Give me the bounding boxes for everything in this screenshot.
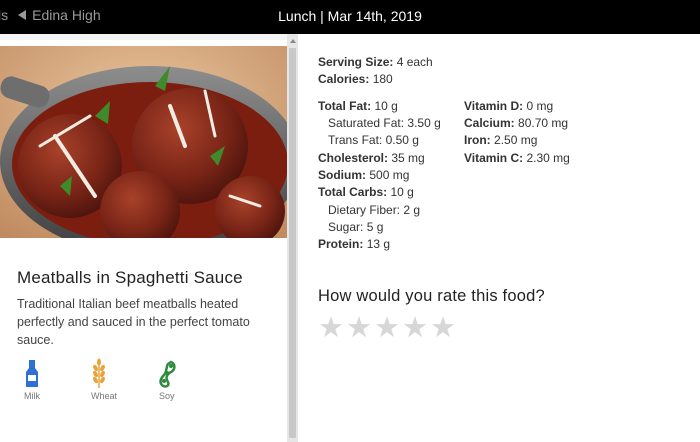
vitamin-c: Vitamin C: 2.30 mg xyxy=(464,151,570,165)
allergen-milk: Milk xyxy=(17,356,83,401)
star-3-icon[interactable]: ★ xyxy=(374,314,400,343)
meatballs-photo xyxy=(0,46,287,238)
food-card: Meatballs in Spaghetti Sauce Traditional… xyxy=(0,40,287,442)
protein: Protein: 13 g xyxy=(318,237,391,251)
scrollbar-thumb[interactable] xyxy=(289,48,296,438)
calcium: Calcium: 80.70 mg xyxy=(464,116,569,130)
menu-title: Lunch | Mar 14th, 2019 xyxy=(278,8,422,24)
scroll-up-arrow-icon[interactable] xyxy=(290,39,296,43)
food-description: Traditional Italian beef meatballs heate… xyxy=(17,297,250,347)
allergen-list: Milk Wheat Soy xyxy=(17,356,215,401)
star-4-icon[interactable]: ★ xyxy=(402,314,428,343)
allergen-label: Milk xyxy=(24,391,40,401)
iron: Iron: 2.50 mg xyxy=(464,133,538,147)
sugar: Sugar: 5 g xyxy=(328,220,384,234)
star-5-icon[interactable]: ★ xyxy=(430,314,456,343)
trans-fat: Trans Fat: 0.50 g xyxy=(328,133,419,147)
vertical-scrollbar[interactable] xyxy=(287,34,298,442)
sodium: Sodium: 500 mg xyxy=(318,168,410,182)
soybean-icon xyxy=(159,356,177,388)
food-name: Meatballs in Spaghetti Sauce xyxy=(17,268,243,287)
calories: Calories: 180 xyxy=(318,72,393,86)
star-1-icon[interactable]: ★ xyxy=(318,314,344,343)
dietary-fiber: Dietary Fiber: 2 g xyxy=(328,203,421,217)
top-bar: ls Edina High Lunch | Mar 14th, 2019 xyxy=(0,0,700,34)
star-2-icon[interactable]: ★ xyxy=(346,314,372,343)
allergen-wheat: Wheat xyxy=(83,356,149,401)
saturated-fat: Saturated Fat: 3.50 g xyxy=(328,116,441,130)
nutrition-panel: Serving Size: 4 each Calories: 180 Total… xyxy=(298,34,700,442)
rating-question: How would you rate this food? xyxy=(318,287,545,305)
total-fat: Total Fat: 10 g xyxy=(318,99,398,113)
total-carbs: Total Carbs: 10 g xyxy=(318,185,414,199)
vitamin-d: Vitamin D: 0 mg xyxy=(464,99,554,113)
allergen-label: Wheat xyxy=(91,391,118,401)
allergen-label: Soy xyxy=(159,391,175,401)
allergen-soy: Soy xyxy=(149,356,215,401)
milk-bottle-icon xyxy=(25,356,39,388)
star-rating[interactable]: ★ ★ ★ ★ ★ xyxy=(318,314,456,343)
cholesterol: Cholesterol: 35 mg xyxy=(318,151,425,165)
serving-size: Serving Size: 4 each xyxy=(318,55,433,69)
wheat-icon xyxy=(91,356,107,388)
